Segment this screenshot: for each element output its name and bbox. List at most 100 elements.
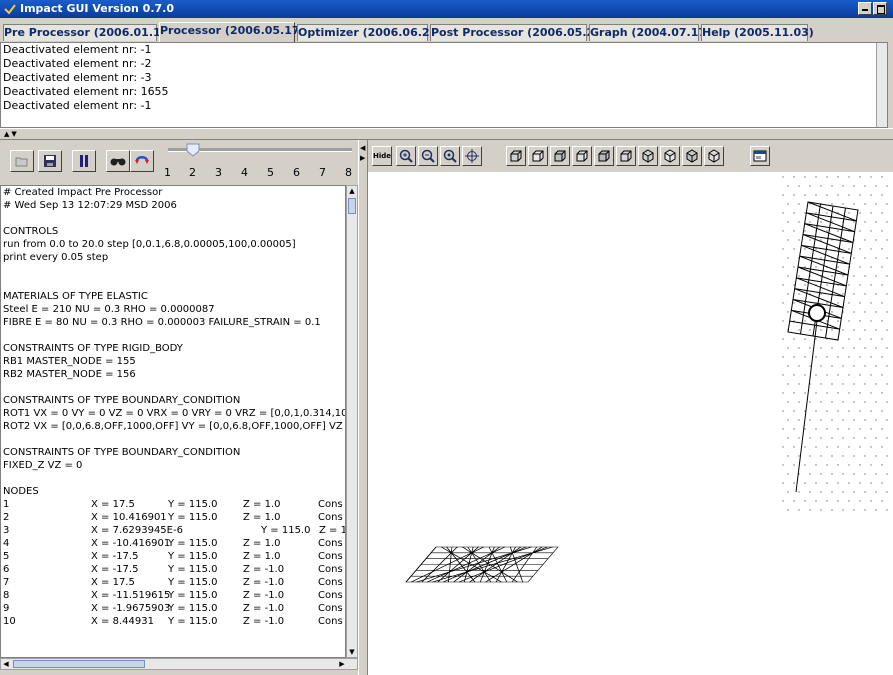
rigid-body-mesh: [787, 201, 859, 493]
slider-tick: 2: [189, 166, 196, 179]
maximize-button[interactable]: [873, 2, 887, 15]
open-icon: [15, 157, 28, 167]
node-x: X = 10.416901: [91, 512, 167, 523]
node-id: 1: [3, 499, 10, 510]
model-viewport[interactable]: [368, 172, 893, 675]
zoom-in-button[interactable]: [396, 146, 416, 166]
node-constraint: Cons: [318, 499, 343, 510]
tab-processor[interactable]: Processor (2006.05.17): [159, 22, 305, 42]
node-z: Z = 1.0: [243, 551, 281, 562]
zoom-out-button[interactable]: [418, 146, 438, 166]
save-button[interactable]: [38, 150, 62, 172]
view-1-button[interactable]: [506, 146, 526, 166]
tab-optimizer[interactable]: Optimizer (2006.06.26): [297, 24, 442, 41]
tab-help[interactable]: Help (2005.11.03): [701, 24, 814, 41]
pause-button[interactable]: [72, 150, 96, 172]
node-x: X = 8.44931: [91, 616, 154, 627]
node-constraint: Cons: [318, 616, 343, 627]
rotate-2-button[interactable]: [660, 146, 680, 166]
view-3-button[interactable]: [550, 146, 570, 166]
properties-button[interactable]: [750, 146, 770, 166]
node-row: 2 X = 10.416901 Y = 115.0 Z = 1.0 Cons: [1, 511, 345, 524]
code-line: NODES: [3, 486, 39, 497]
scroll-left-icon[interactable]: ◀: [1, 659, 11, 669]
zoom-in-icon: [399, 149, 413, 163]
scroll-up-icon[interactable]: ▲: [347, 186, 357, 196]
node-constraint: Cons: [318, 538, 343, 549]
splitter-arrows-icon[interactable]: ▲▼: [4, 130, 19, 138]
splitter-left-icon[interactable]: ◀: [360, 144, 365, 152]
view-2-button[interactable]: [528, 146, 548, 166]
graphics-toolbar: Hide: [368, 140, 893, 172]
view-4-button[interactable]: [572, 146, 592, 166]
tab-pre-processor[interactable]: Pre Processor (2006.01.11): [3, 24, 173, 41]
slider-tick: 6: [293, 166, 300, 179]
horizontal-splitter[interactable]: ▲▼: [0, 128, 893, 140]
node-z: Z = 1.0: [243, 512, 281, 523]
slider-tick: 8: [345, 166, 352, 179]
view-1-icon: [510, 150, 522, 162]
run-button[interactable]: [130, 150, 154, 172]
node-y: Y = 115.0: [168, 512, 218, 523]
node-y: Y = 115.0: [168, 499, 218, 510]
log-line: Deactivated element nr: 1655: [3, 85, 169, 98]
pan-icon: [465, 149, 479, 163]
node-row: 7 X = 17.5 Y = 115.0 Z = -1.0 Cons: [1, 576, 345, 589]
log-scrollbar[interactable]: [876, 43, 887, 127]
log-line: Deactivated element nr: -3: [3, 71, 152, 84]
rotate-4-icon: [708, 149, 720, 163]
code-line: print every 0.05 step: [3, 252, 109, 263]
scroll-down-icon[interactable]: ▼: [347, 647, 357, 657]
plate-mesh: [405, 546, 559, 583]
dotted-field: [782, 176, 888, 511]
node-z: Z = 1.0: [243, 538, 281, 549]
code-line: run from 0.0 to 20.0 step [0,0.1,6.8,0.0…: [3, 239, 296, 250]
node-z: Z = -1.0: [243, 564, 285, 575]
pan-button[interactable]: [462, 146, 482, 166]
node-id: 3: [3, 525, 10, 536]
run-icon: [135, 156, 149, 164]
view-6-button[interactable]: [616, 146, 636, 166]
code-line: CONSTRAINTS OF TYPE BOUNDARY_CONDITION: [3, 395, 241, 406]
code-line: RB2 MASTER_NODE = 156: [3, 369, 136, 380]
tab-post-processor[interactable]: Post Processor (2006.05.26): [430, 24, 607, 41]
tab-graph[interactable]: Graph (2004.07.17): [589, 24, 711, 41]
editor-vertical-scrollbar[interactable]: ▲ ▼: [346, 185, 358, 658]
rotate-2-icon: [664, 149, 676, 163]
vertical-splitter[interactable]: ◀ ▶: [358, 140, 368, 675]
node-constraint: Cons: [318, 577, 343, 588]
code-line: RB1 MASTER_NODE = 155: [3, 356, 136, 367]
left-toolbar: 1 2 3 4 5 6 7 8: [0, 140, 358, 185]
rotate-1-button[interactable]: [638, 146, 658, 166]
node-row: 10 X = 8.44931 Y = 115.0 Z = -1.0 Cons: [1, 615, 345, 628]
step-slider-thumb[interactable]: [186, 143, 200, 157]
save-icon: [44, 155, 56, 167]
node-z: Z = 1.0: [243, 499, 281, 510]
code-line: MATERIALS OF TYPE ELASTIC: [3, 291, 148, 302]
node-z: Z = -1.0: [243, 616, 285, 627]
scroll-thumb[interactable]: [348, 198, 356, 214]
hide-button[interactable]: Hide: [372, 146, 392, 166]
rotate-4-button[interactable]: [704, 146, 724, 166]
code-line: ROT2 VX = [0,0,6.8,OFF,1000,OFF] VY = [0…: [3, 421, 346, 432]
rotate-3-button[interactable]: [682, 146, 702, 166]
node-row: 8 X = -11.519615 Y = 115.0 Z = -1.0 Cons: [1, 589, 345, 602]
log-line: Deactivated element nr: -2: [3, 57, 152, 70]
input-file-editor[interactable]: # Created Impact Pre Processor # Wed Sep…: [0, 185, 346, 658]
open-button[interactable]: [10, 150, 34, 172]
zoom-fit-button[interactable]: [440, 146, 460, 166]
slider-ticks: 1 2 3 4 5 6 7 8: [162, 166, 358, 184]
scroll-right-icon[interactable]: ▶: [337, 659, 347, 669]
minimize-button[interactable]: [858, 2, 872, 15]
view-5-button[interactable]: [594, 146, 614, 166]
editor-horizontal-scrollbar[interactable]: ◀ ▶: [0, 658, 358, 670]
splitter-right-icon[interactable]: ▶: [360, 154, 365, 162]
scroll-thumb[interactable]: [13, 660, 145, 668]
find-button[interactable]: [106, 150, 130, 172]
node-y: Y = 115.0: [168, 603, 218, 614]
code-line: CONSTRAINTS OF TYPE BOUNDARY_CONDITION: [3, 447, 241, 458]
node-x: X = -11.519615: [91, 590, 171, 601]
title-bar: Impact GUI Version 0.7.0: [0, 0, 893, 18]
